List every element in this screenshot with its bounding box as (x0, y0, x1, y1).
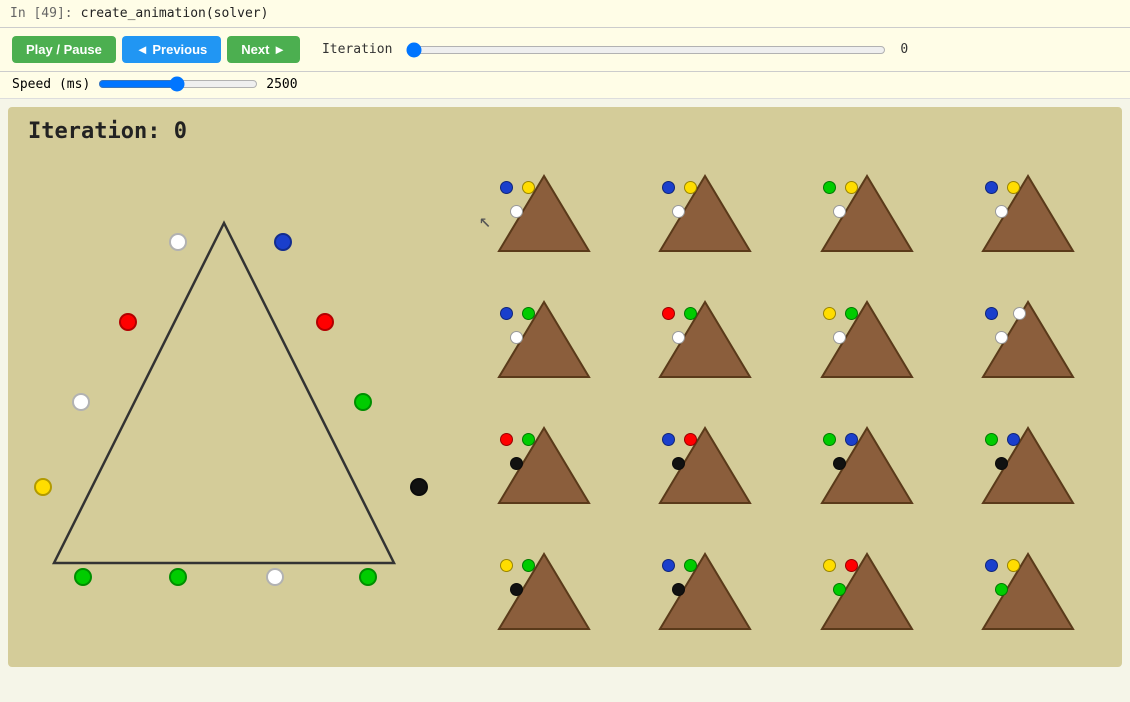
speed-label: Speed (ms) (12, 77, 90, 92)
dot-red-left (119, 313, 137, 331)
mdot-r1c1-white (510, 205, 523, 218)
mdot-r2c1-green (522, 307, 535, 320)
mdot-r2c2-green (684, 307, 697, 320)
mini-tri-r2c1 (466, 279, 622, 399)
mdot-r4c4-green (995, 583, 1008, 596)
mdot-r3c1-red (500, 433, 513, 446)
dot-white-top-left (169, 233, 187, 251)
mini-tri-r3c1 (466, 405, 622, 525)
controls-bar: Play / Pause ◄ Previous Next ► Iteration… (0, 28, 1130, 72)
speed-value: 2500 (266, 77, 297, 92)
mini-tri-r1c4 (951, 153, 1107, 273)
mini-tri-r2c4 (951, 279, 1107, 399)
mdot-r1c4-yellow (1007, 181, 1020, 194)
mini-tri-r1c2 (628, 153, 784, 273)
big-triangle-svg (34, 203, 414, 583)
iteration-slider[interactable] (406, 42, 886, 58)
left-panel: ↖ (24, 153, 454, 651)
iteration-title: Iteration: 0 (28, 119, 187, 144)
mdot-r3c4-blue (1007, 433, 1020, 446)
mdot-r4c3-green (833, 583, 846, 596)
iteration-label: Iteration (322, 42, 392, 57)
mdot-r3c4-black (995, 457, 1008, 470)
speed-row: Speed (ms) 2500 (0, 72, 1130, 99)
mdot-r4c4-yellow (1007, 559, 1020, 572)
next-button[interactable]: Next ► (227, 36, 300, 63)
mdot-r2c1-white (510, 331, 523, 344)
dot-green-bot-right (359, 568, 377, 586)
mdot-r4c4-blue (985, 559, 998, 572)
notebook-cell-bar: In [49]: create_animation(solver) (0, 0, 1130, 28)
mini-tri-r4c3 (789, 531, 945, 651)
dot-green-mid-right (354, 393, 372, 411)
cell-label: In [49]: (10, 6, 73, 21)
mini-tri-r3c4 (951, 405, 1107, 525)
mdot-r4c1-yellow (500, 559, 513, 572)
dot-green-bot-2 (169, 568, 187, 586)
mdot-r1c4-white (995, 205, 1008, 218)
mini-tri-r3c3 (789, 405, 945, 525)
mdot-r1c2-blue (662, 181, 675, 194)
mdot-r4c1-green (522, 559, 535, 572)
mdot-r1c3-yellow (845, 181, 858, 194)
mdot-r2c2-red (662, 307, 675, 320)
dot-green-bot-1 (74, 568, 92, 586)
mini-tri-r1c1 (466, 153, 622, 273)
mdot-r2c3-yellow (823, 307, 836, 320)
main-area: Iteration: 0 ↖ (8, 107, 1122, 667)
previous-button[interactable]: ◄ Previous (122, 36, 221, 63)
mini-tri-r1c3 (789, 153, 945, 273)
mdot-r3c2-blue (662, 433, 675, 446)
mdot-r2c4-white2 (995, 331, 1008, 344)
mdot-r3c1-black (510, 457, 523, 470)
mdot-r2c1-blue (500, 307, 513, 320)
mini-tri-r4c2 (628, 531, 784, 651)
mdot-r2c4-white1 (1013, 307, 1026, 320)
mini-tri-r3c2 (628, 405, 784, 525)
mdot-r1c1-blue (500, 181, 513, 194)
mdot-r1c2-white (672, 205, 685, 218)
mdot-r3c2-red (684, 433, 697, 446)
dot-white-mid-left (72, 393, 90, 411)
mdot-r3c2-black (672, 457, 685, 470)
dot-white-bot-center (266, 568, 284, 586)
mdot-r1c4-blue (985, 181, 998, 194)
mdot-r4c2-blue (662, 559, 675, 572)
mdot-r2c2-white (672, 331, 685, 344)
mdot-r2c3-white (833, 331, 846, 344)
mdot-r3c4-green (985, 433, 998, 446)
play-pause-button[interactable]: Play / Pause (12, 36, 116, 63)
mdot-r1c3-white (833, 205, 846, 218)
mini-tri-r4c1 (466, 531, 622, 651)
mini-tri-r4c4 (951, 531, 1107, 651)
mdot-r4c3-red (845, 559, 858, 572)
dot-yellow-far-left (34, 478, 52, 496)
speed-slider[interactable] (98, 76, 258, 92)
mdot-r3c3-black (833, 457, 846, 470)
mdot-r4c1-black (510, 583, 523, 596)
mdot-r4c3-yellow (823, 559, 836, 572)
mdot-r1c2-yellow (684, 181, 697, 194)
mdot-r2c4-blue (985, 307, 998, 320)
mini-tri-r2c2 (628, 279, 784, 399)
mdot-r3c1-green (522, 433, 535, 446)
mdot-r3c3-blue (845, 433, 858, 446)
mdot-r3c3-green (823, 433, 836, 446)
mdot-r1c1-yellow (522, 181, 535, 194)
iteration-value: 0 (900, 42, 908, 57)
mdot-r4c2-green (684, 559, 697, 572)
mdot-r4c2-black (672, 583, 685, 596)
cell-code: create_animation(solver) (81, 6, 269, 21)
dot-black-far-right (410, 478, 428, 496)
dot-red-right (316, 313, 334, 331)
mdot-r1c3-green (823, 181, 836, 194)
mini-tri-r2c3 (789, 279, 945, 399)
mdot-r2c3-green (845, 307, 858, 320)
dot-blue-top (274, 233, 292, 251)
right-panel (466, 153, 1106, 651)
